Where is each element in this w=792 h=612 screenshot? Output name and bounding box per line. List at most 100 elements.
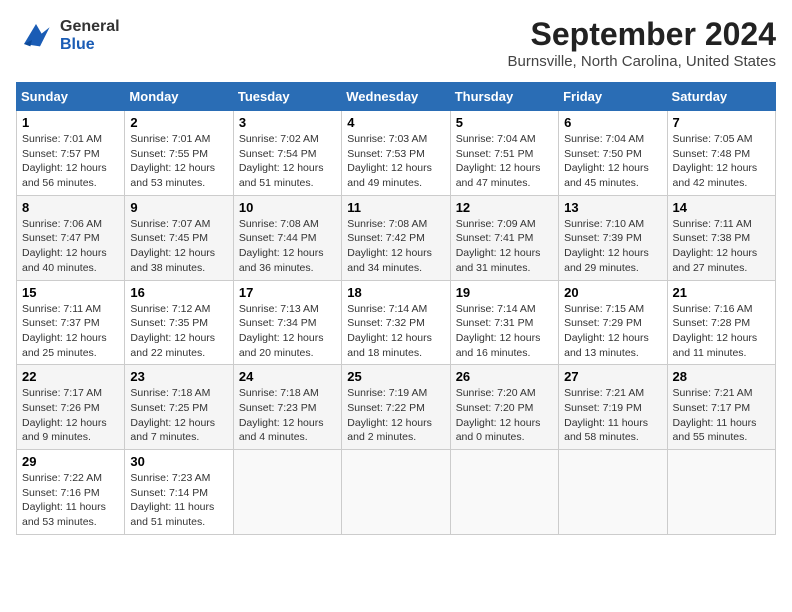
logo-blue-text: Blue (60, 36, 120, 54)
logo-icon (16, 16, 56, 56)
day-number: 28 (673, 369, 770, 384)
page-header: General Blue September 2024 Burnsville, … (16, 16, 776, 70)
day-header-monday: Monday (125, 83, 233, 111)
calendar-week-1: 1 Sunrise: 7:01 AMSunset: 7:57 PMDaylight… (17, 111, 776, 196)
calendar-cell: 18 Sunrise: 7:14 AMSunset: 7:32 PMDayligh… (342, 280, 450, 365)
calendar-cell (559, 450, 667, 535)
calendar-cell: 14 Sunrise: 7:11 AMSunset: 7:38 PMDayligh… (667, 195, 775, 280)
calendar-cell: 7 Sunrise: 7:05 AMSunset: 7:48 PMDaylight… (667, 111, 775, 196)
calendar-week-3: 15 Sunrise: 7:11 AMSunset: 7:37 PMDayligh… (17, 280, 776, 365)
day-info: Sunrise: 7:10 AMSunset: 7:39 PMDaylight:… (564, 217, 661, 276)
day-header-wednesday: Wednesday (342, 83, 450, 111)
day-info: Sunrise: 7:09 AMSunset: 7:41 PMDaylight:… (456, 217, 553, 276)
day-info: Sunrise: 7:17 AMSunset: 7:26 PMDaylight:… (22, 386, 119, 445)
day-info: Sunrise: 7:11 AMSunset: 7:38 PMDaylight:… (673, 217, 770, 276)
day-number: 18 (347, 285, 444, 300)
calendar-cell: 30Sunrise: 7:23 AMSunset: 7:14 PMDayligh… (125, 450, 233, 535)
day-info: Sunrise: 7:07 AMSunset: 7:45 PMDaylight:… (130, 217, 227, 276)
day-info: Sunrise: 7:14 AMSunset: 7:32 PMDaylight:… (347, 302, 444, 361)
calendar-cell: 25Sunrise: 7:19 AMSunset: 7:22 PMDayligh… (342, 365, 450, 450)
calendar-week-5: 29Sunrise: 7:22 AMSunset: 7:16 PMDayligh… (17, 450, 776, 535)
day-number: 1 (22, 115, 119, 130)
calendar-table: SundayMondayTuesdayWednesdayThursdayFrid… (16, 82, 776, 535)
calendar-cell: 1 Sunrise: 7:01 AMSunset: 7:57 PMDaylight… (17, 111, 125, 196)
day-number: 20 (564, 285, 661, 300)
day-number: 22 (22, 369, 119, 384)
day-info: Sunrise: 7:08 AMSunset: 7:44 PMDaylight:… (239, 217, 336, 276)
calendar-cell: 9 Sunrise: 7:07 AMSunset: 7:45 PMDaylight… (125, 195, 233, 280)
calendar-cell: 8 Sunrise: 7:06 AMSunset: 7:47 PMDaylight… (17, 195, 125, 280)
day-info: Sunrise: 7:11 AMSunset: 7:37 PMDaylight:… (22, 302, 119, 361)
day-number: 6 (564, 115, 661, 130)
title-block: September 2024 Burnsville, North Carolin… (508, 16, 776, 70)
day-number: 23 (130, 369, 227, 384)
day-number: 4 (347, 115, 444, 130)
day-number: 9 (130, 200, 227, 215)
day-header-sunday: Sunday (17, 83, 125, 111)
page-title: September 2024 (508, 16, 776, 53)
calendar-cell (233, 450, 341, 535)
day-info: Sunrise: 7:18 AMSunset: 7:25 PMDaylight:… (130, 386, 227, 445)
day-number: 25 (347, 369, 444, 384)
calendar-body: 1 Sunrise: 7:01 AMSunset: 7:57 PMDaylight… (17, 111, 776, 535)
day-info: Sunrise: 7:14 AMSunset: 7:31 PMDaylight:… (456, 302, 553, 361)
day-number: 11 (347, 200, 444, 215)
calendar-cell: 22 Sunrise: 7:17 AMSunset: 7:26 PMDayligh… (17, 365, 125, 450)
day-info: Sunrise: 7:21 AMSunset: 7:17 PMDaylight:… (673, 386, 770, 445)
calendar-week-4: 22 Sunrise: 7:17 AMSunset: 7:26 PMDayligh… (17, 365, 776, 450)
calendar-cell: 4Sunrise: 7:03 AMSunset: 7:53 PMDaylight… (342, 111, 450, 196)
day-info: Sunrise: 7:02 AMSunset: 7:54 PMDaylight:… (239, 132, 336, 191)
day-info: Sunrise: 7:04 AMSunset: 7:51 PMDaylight:… (456, 132, 553, 191)
calendar-header: SundayMondayTuesdayWednesdayThursdayFrid… (17, 83, 776, 111)
day-number: 15 (22, 285, 119, 300)
calendar-cell: 5Sunrise: 7:04 AMSunset: 7:51 PMDaylight… (450, 111, 558, 196)
day-header-thursday: Thursday (450, 83, 558, 111)
day-number: 10 (239, 200, 336, 215)
calendar-cell: 2 Sunrise: 7:01 AMSunset: 7:55 PMDaylight… (125, 111, 233, 196)
calendar-cell: 12 Sunrise: 7:09 AMSunset: 7:41 PMDayligh… (450, 195, 558, 280)
calendar-cell: 27Sunrise: 7:21 AMSunset: 7:19 PMDayligh… (559, 365, 667, 450)
day-info: Sunrise: 7:01 AMSunset: 7:55 PMDaylight:… (130, 132, 227, 191)
day-info: Sunrise: 7:05 AMSunset: 7:48 PMDaylight:… (673, 132, 770, 191)
day-info: Sunrise: 7:13 AMSunset: 7:34 PMDaylight:… (239, 302, 336, 361)
calendar-cell: 29Sunrise: 7:22 AMSunset: 7:16 PMDayligh… (17, 450, 125, 535)
calendar-cell: 6 Sunrise: 7:04 AMSunset: 7:50 PMDaylight… (559, 111, 667, 196)
calendar-cell: 11Sunrise: 7:08 AMSunset: 7:42 PMDayligh… (342, 195, 450, 280)
day-number: 3 (239, 115, 336, 130)
day-number: 24 (239, 369, 336, 384)
day-number: 12 (456, 200, 553, 215)
day-number: 26 (456, 369, 553, 384)
day-info: Sunrise: 7:01 AMSunset: 7:57 PMDaylight:… (22, 132, 119, 191)
calendar-cell (450, 450, 558, 535)
calendar-cell: 10 Sunrise: 7:08 AMSunset: 7:44 PMDayligh… (233, 195, 341, 280)
day-info: Sunrise: 7:21 AMSunset: 7:19 PMDaylight:… (564, 386, 661, 445)
calendar-cell (667, 450, 775, 535)
calendar-cell: 24Sunrise: 7:18 AMSunset: 7:23 PMDayligh… (233, 365, 341, 450)
days-of-week-row: SundayMondayTuesdayWednesdayThursdayFrid… (17, 83, 776, 111)
calendar-cell: 15 Sunrise: 7:11 AMSunset: 7:37 PMDayligh… (17, 280, 125, 365)
day-number: 14 (673, 200, 770, 215)
day-info: Sunrise: 7:04 AMSunset: 7:50 PMDaylight:… (564, 132, 661, 191)
calendar-cell: 26Sunrise: 7:20 AMSunset: 7:20 PMDayligh… (450, 365, 558, 450)
calendar-cell: 21Sunrise: 7:16 AMSunset: 7:28 PMDayligh… (667, 280, 775, 365)
day-info: Sunrise: 7:16 AMSunset: 7:28 PMDaylight:… (673, 302, 770, 361)
day-number: 13 (564, 200, 661, 215)
day-number: 29 (22, 454, 119, 469)
day-number: 30 (130, 454, 227, 469)
day-header-saturday: Saturday (667, 83, 775, 111)
calendar-cell: 23 Sunrise: 7:18 AMSunset: 7:25 PMDayligh… (125, 365, 233, 450)
calendar-cell: 17Sunrise: 7:13 AMSunset: 7:34 PMDayligh… (233, 280, 341, 365)
calendar-cell: 16Sunrise: 7:12 AMSunset: 7:35 PMDayligh… (125, 280, 233, 365)
logo: General Blue (16, 16, 120, 56)
day-number: 8 (22, 200, 119, 215)
day-info: Sunrise: 7:15 AMSunset: 7:29 PMDaylight:… (564, 302, 661, 361)
calendar-cell: 20 Sunrise: 7:15 AMSunset: 7:29 PMDayligh… (559, 280, 667, 365)
calendar-cell: 3 Sunrise: 7:02 AMSunset: 7:54 PMDaylight… (233, 111, 341, 196)
calendar-cell: 28 Sunrise: 7:21 AMSunset: 7:17 PMDayligh… (667, 365, 775, 450)
calendar-cell: 13 Sunrise: 7:10 AMSunset: 7:39 PMDayligh… (559, 195, 667, 280)
day-number: 2 (130, 115, 227, 130)
day-info: Sunrise: 7:06 AMSunset: 7:47 PMDaylight:… (22, 217, 119, 276)
logo-general-text: General (60, 18, 120, 36)
day-number: 19 (456, 285, 553, 300)
day-number: 7 (673, 115, 770, 130)
